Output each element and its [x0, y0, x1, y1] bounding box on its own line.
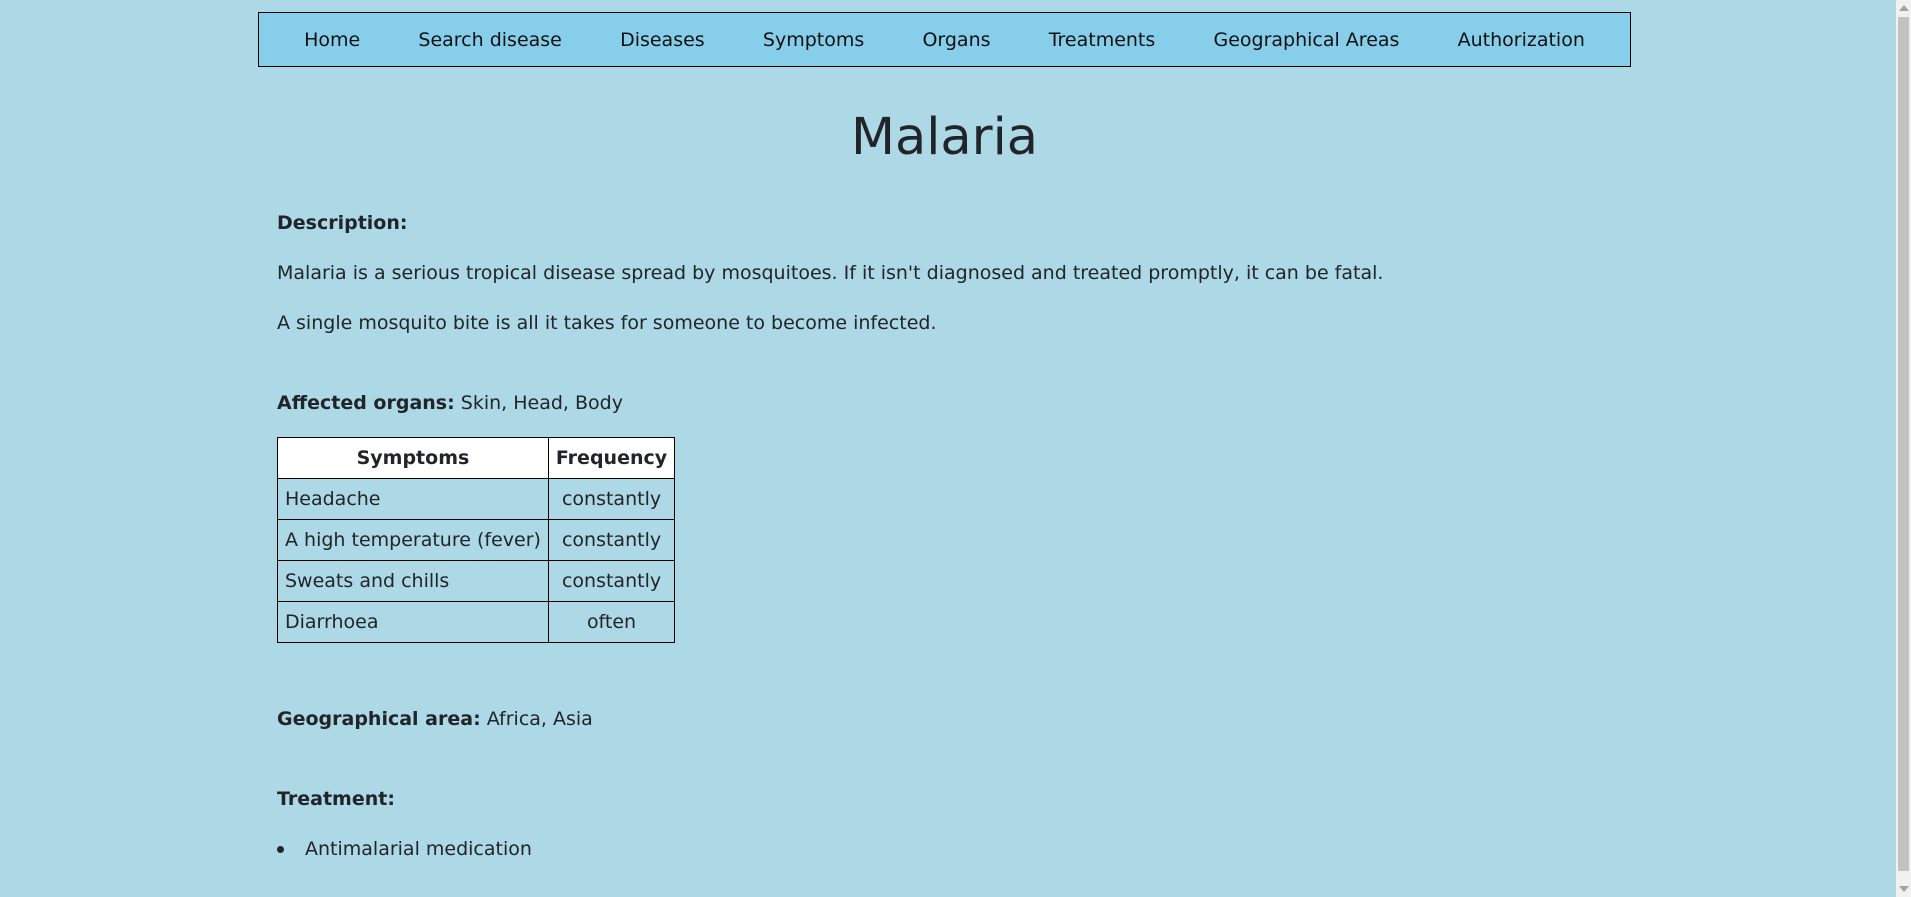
- nav-diseases-link[interactable]: Diseases: [620, 29, 705, 51]
- table-row: A high temperature (fever) constantly: [277, 519, 676, 561]
- description-label: Description:: [277, 212, 408, 234]
- description-paragraph-2: A single mosquito bite is all it takes f…: [277, 312, 937, 334]
- page-title: Malaria: [850, 108, 1039, 167]
- table-row: Sweats and chills constantly: [277, 560, 676, 602]
- symptom-cell: Headache: [277, 478, 549, 520]
- frequency-cell: constantly: [547, 560, 676, 602]
- symptom-cell: Sweats and chills: [277, 560, 549, 602]
- affected-organs-label: Affected organs:: [277, 392, 455, 414]
- treatment-item-label: Antimalarial medication: [305, 838, 532, 860]
- scroll-down-arrow-icon[interactable]: [1899, 886, 1909, 892]
- affected-organs-value: Skin, Head, Body: [460, 392, 623, 414]
- nav-home-link[interactable]: Home: [304, 29, 360, 51]
- symptoms-table: Symptoms Frequency Headache constantly A…: [277, 437, 676, 643]
- symptom-cell: A high temperature (fever): [277, 519, 549, 561]
- description-paragraph-1: Malaria is a serious tropical disease sp…: [277, 262, 1384, 284]
- list-item: Antimalarial medication: [277, 837, 532, 861]
- symptom-cell: Diarrhoea: [277, 601, 549, 643]
- frequency-cell: often: [547, 601, 676, 643]
- table-row: Diarrhoea often: [277, 601, 676, 643]
- table-row: Headache constantly: [277, 478, 676, 520]
- nav-search-disease-link[interactable]: Search disease: [418, 29, 561, 51]
- treatment-list: Antimalarial medication: [277, 837, 532, 861]
- symptoms-column-header: Symptoms: [277, 437, 549, 479]
- frequency-cell: constantly: [547, 519, 676, 561]
- main-navigation: Home Search disease Diseases Symptoms Or…: [258, 12, 1631, 67]
- scroll-up-arrow-icon[interactable]: [1899, 5, 1909, 11]
- bullet-icon: [277, 846, 284, 853]
- nav-symptoms-link[interactable]: Symptoms: [763, 29, 864, 51]
- nav-organs-link[interactable]: Organs: [922, 29, 990, 51]
- scrollbar-thumb[interactable]: [1898, 17, 1909, 871]
- frequency-column-header: Frequency: [547, 437, 676, 479]
- geographical-area: Geographical area: Africa, Asia: [277, 707, 593, 731]
- treatment-label: Treatment:: [277, 788, 395, 810]
- geographical-area-label: Geographical area:: [277, 708, 481, 730]
- frequency-cell: constantly: [547, 478, 676, 520]
- nav-treatments-link[interactable]: Treatments: [1049, 29, 1156, 51]
- affected-organs: Affected organs: Skin, Head, Body: [277, 391, 623, 415]
- nav-geographical-areas-link[interactable]: Geographical Areas: [1213, 29, 1399, 51]
- table-header-row: Symptoms Frequency: [277, 437, 676, 479]
- vertical-scrollbar[interactable]: [1896, 0, 1911, 897]
- nav-authorization-link[interactable]: Authorization: [1458, 29, 1585, 51]
- geographical-area-value: Africa, Asia: [486, 708, 593, 730]
